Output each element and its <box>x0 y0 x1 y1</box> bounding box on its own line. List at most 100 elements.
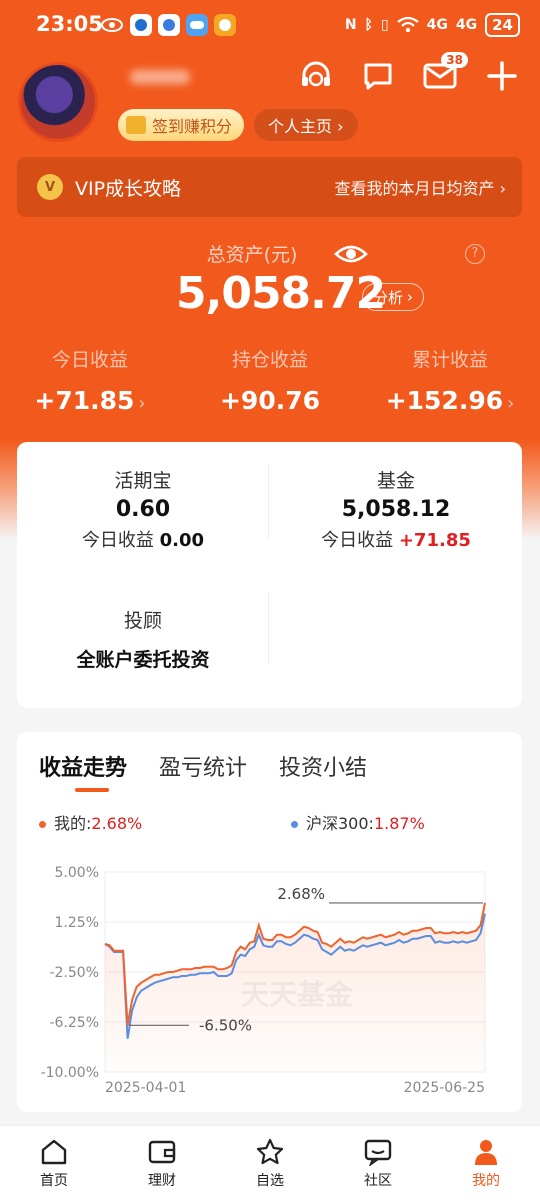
stat-holding-earnings: 持仓收益 +90.76 <box>180 345 360 415</box>
legend-dot <box>291 821 298 828</box>
analyze-label: 分析 <box>373 288 404 307</box>
legend-dot <box>39 821 46 828</box>
account-huoqibao[interactable]: 活期宝 0.60 今日收益 0.00 <box>17 466 269 552</box>
account-sub-label: 今日收益 <box>321 530 394 551</box>
tab-label: 首页 <box>40 1173 68 1189</box>
vip-banner[interactable]: V VIP成长攻略 查看我的本月日均资产 › <box>17 157 522 217</box>
earnings-trend-chart: 5.00% 1.25% -2.50% -6.25% -10.00% 2025-04-01 2… <box>41 865 486 1096</box>
tab-label: 社区 <box>364 1173 392 1189</box>
headset-icon <box>302 61 330 87</box>
accounts-card: 活期宝 0.60 今日收益 0.00 基金 5,058.12 今日收益 +71.… <box>17 442 522 708</box>
trend-card: 收益走势 盈亏统计 投资小结 我的:2.68% 沪深300:1.87% 5.00… <box>17 732 522 1112</box>
tab-label: 理财 <box>148 1173 176 1189</box>
tab-watchlist[interactable]: 自选 <box>216 1126 324 1200</box>
divider <box>268 464 269 540</box>
account-advisor[interactable]: 投顾 全账户委托投资 <box>17 606 269 672</box>
active-tab-indicator <box>75 788 109 792</box>
total-assets-label: 总资产(元) <box>0 240 540 267</box>
checkin-button[interactable]: 签到赚积分 <box>118 109 245 141</box>
bottom-tab-bar: 首页 理财 自选 社区 我的 <box>0 1125 540 1200</box>
stat-value: +90.76 <box>219 386 321 415</box>
tab-investment-summary[interactable]: 投资小结 <box>279 750 367 782</box>
status-bar: 23:05 N ᛒ ▯ 4G 4G 24 <box>0 0 540 50</box>
plus-icon <box>487 61 517 91</box>
legend-hs-value: 1.87% <box>373 814 425 833</box>
app-notification-icon <box>158 14 180 36</box>
chevron-right-icon: › <box>138 393 146 414</box>
annotation-max: 2.68% <box>277 885 325 903</box>
analyze-button[interactable]: 分析 › <box>362 283 425 311</box>
username <box>130 70 190 84</box>
monthly-assets-link[interactable]: 查看我的本月日均资产 › <box>335 175 507 199</box>
tab-label: 我的 <box>472 1173 500 1189</box>
status-app-icons <box>100 14 236 36</box>
checkin-label: 签到赚积分 <box>152 117 233 136</box>
tab-home[interactable]: 首页 <box>0 1126 108 1200</box>
nfc-icon: N <box>344 17 357 33</box>
profile-home-button[interactable]: 个人主页 › <box>254 109 358 141</box>
tab-mine[interactable]: 我的 <box>432 1126 540 1200</box>
app-notification-icon <box>214 14 236 36</box>
earnings-summary: 今日收益 +71.85 › 持仓收益 +90.76 累计收益 +152.96 › <box>0 345 540 415</box>
eye-status-icon <box>101 18 123 32</box>
total-assets-value: 5,058.72 <box>176 268 386 319</box>
account-value: 5,058.12 <box>341 497 451 522</box>
vip-title: VIP成长攻略 <box>75 177 182 200</box>
account-fund[interactable]: 基金 5,058.12 今日收益 +71.85 <box>270 466 522 552</box>
chevron-right-icon: › <box>407 288 414 306</box>
tab-earnings-trend[interactable]: 收益走势 <box>39 750 127 782</box>
stat-label: 持仓收益 <box>231 349 308 371</box>
divider <box>268 592 269 664</box>
wifi-icon <box>396 16 419 33</box>
home-icon <box>41 1139 67 1165</box>
tab-profit-stats[interactable]: 盈亏统计 <box>159 750 247 782</box>
battery-indicator: 24 <box>485 13 520 37</box>
add-button[interactable] <box>484 58 520 94</box>
annotation-min: -6.50% <box>199 1016 252 1034</box>
signal-4g-icon: 4G <box>426 17 448 33</box>
legend-hs300: 沪深300:1.87% <box>291 810 425 834</box>
messages-button[interactable]: 38 <box>422 52 468 94</box>
status-time: 23:05 <box>36 12 103 36</box>
trend-tabs: 收益走势 盈亏统计 投资小结 <box>39 750 367 782</box>
stat-cumulative-earnings[interactable]: 累计收益 +152.96 › <box>360 345 540 415</box>
stat-value: +71.85 <box>34 386 135 415</box>
header-actions: 38 <box>298 52 520 94</box>
tab-wealth[interactable]: 理财 <box>108 1126 216 1200</box>
account-value: 0.60 <box>115 497 171 522</box>
account-sub-value: 0.00 <box>159 530 205 551</box>
account-sub-value: +71.85 <box>398 530 471 551</box>
stat-label: 今日收益 <box>51 349 128 371</box>
help-icon[interactable]: ? <box>465 244 485 264</box>
account-name: 投顾 <box>123 610 162 632</box>
legend-mine-label: 我的: <box>54 814 92 833</box>
signal-4g-icon: 4G <box>455 17 478 33</box>
wallet-icon <box>148 1140 176 1164</box>
x-tick-label: 2025-04-01 <box>105 1080 186 1096</box>
user-icon <box>475 1140 497 1165</box>
message-badge: 38 <box>441 52 468 68</box>
app-notification-icon <box>130 14 152 36</box>
stat-value: +152.96 <box>385 386 504 415</box>
tab-community[interactable]: 社区 <box>324 1126 432 1200</box>
community-icon <box>364 1139 392 1166</box>
legend-hs-label: 沪深300: <box>306 814 374 833</box>
y-tick-label: -6.25% <box>49 1015 99 1031</box>
star-icon <box>256 1138 284 1165</box>
vibrate-icon: ▯ <box>380 17 389 33</box>
chat-button[interactable] <box>360 58 396 94</box>
y-tick-label: -10.00% <box>41 1065 99 1081</box>
stat-today-earnings[interactable]: 今日收益 +71.85 › <box>0 345 180 415</box>
visibility-toggle-icon[interactable] <box>334 240 368 268</box>
x-tick-label: 2025-06-25 <box>404 1080 485 1096</box>
customer-service-button[interactable] <box>298 58 334 94</box>
y-tick-label: 5.00% <box>55 865 99 881</box>
avatar[interactable] <box>18 62 98 142</box>
y-tick-label: -2.50% <box>49 965 99 981</box>
chevron-right-icon: › <box>507 393 515 414</box>
profile-home-label: 个人主页 › <box>268 117 344 136</box>
account-name: 活期宝 <box>114 470 172 492</box>
legend-mine-value: 2.68% <box>91 814 143 833</box>
y-tick-label: 1.25% <box>55 915 99 931</box>
tab-label: 自选 <box>256 1173 284 1189</box>
